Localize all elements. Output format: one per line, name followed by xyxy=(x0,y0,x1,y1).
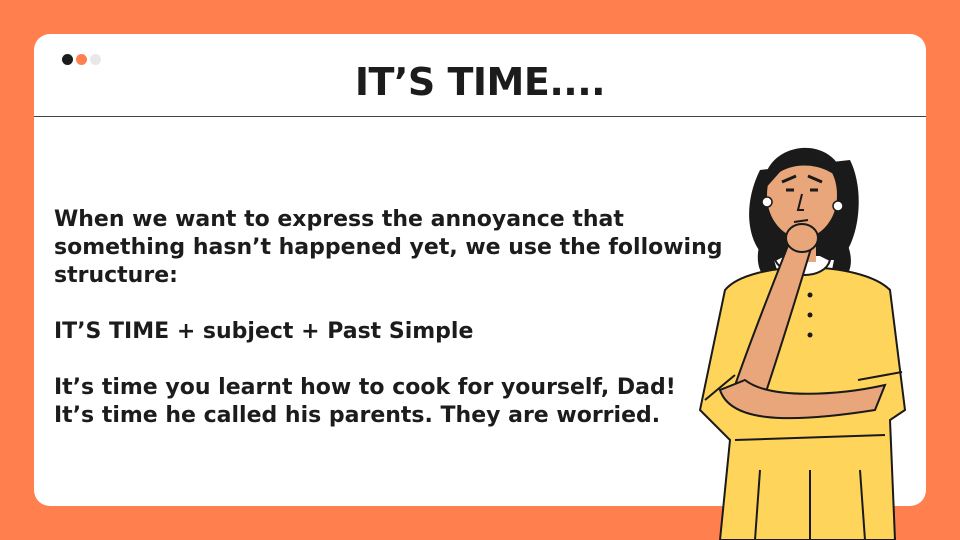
intro-line-2: something hasn’t happened yet, we use th… xyxy=(54,235,723,260)
structure-formula: IT’S TIME + subject + Past Simple xyxy=(54,319,474,344)
thinking-woman-illustration xyxy=(698,147,907,540)
example-2: It’s time he called his parents. They ar… xyxy=(54,403,661,428)
slide-body: When we want to express the annoyance th… xyxy=(54,206,754,430)
example-1: It’s time you learnt how to cook for you… xyxy=(54,375,676,400)
intro-line-1: When we want to express the annoyance th… xyxy=(54,207,624,232)
slide-title: IT’S TIME.... xyxy=(354,60,606,104)
intro-line-3: structure: xyxy=(54,263,178,288)
